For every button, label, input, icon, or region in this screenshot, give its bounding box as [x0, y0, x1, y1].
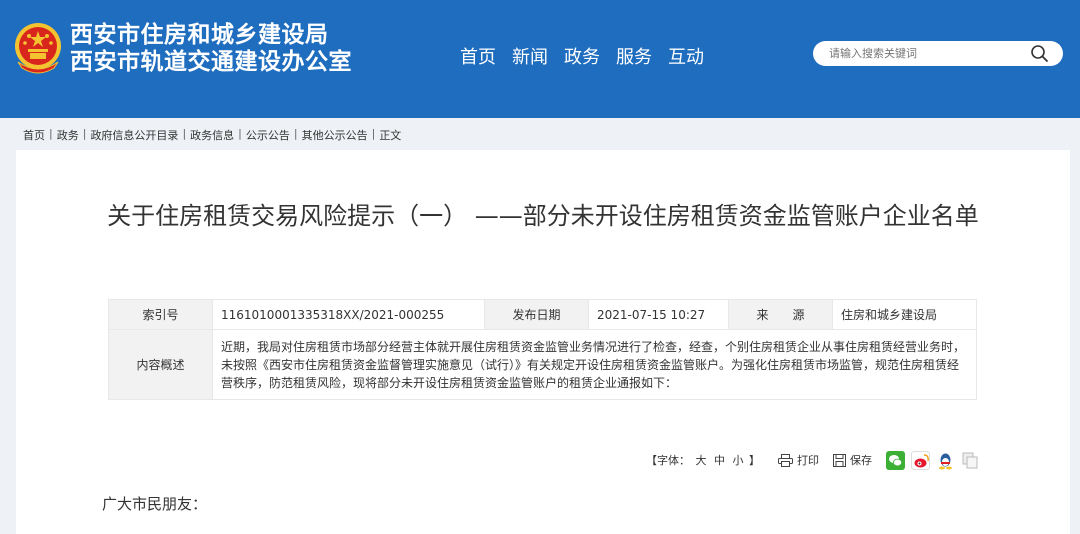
article-greeting: 广大市民朋友：	[102, 495, 208, 513]
weibo-icon[interactable]	[911, 450, 930, 470]
breadcrumb-separator: |	[82, 127, 87, 140]
wechat-glyph	[889, 454, 903, 466]
site-header: 西安市住房和城乡建设局 西安市轨道交通建设办公室 首页 新闻 政务 服务 互动	[0, 0, 1080, 118]
nav-services[interactable]: 服务	[616, 43, 652, 69]
breadcrumb-separator: |	[293, 127, 298, 140]
breadcrumb-government-affairs[interactable]: 政务	[57, 127, 79, 143]
date-label: 发布日期	[484, 299, 589, 330]
article-card: 关于住房租赁交易风险提示（一） ——部分未开设住房租赁资金监管账户企业名单 索引…	[16, 150, 1070, 534]
summary-label: 内容概述	[108, 329, 213, 400]
save-icon	[833, 453, 846, 467]
breadcrumb-home[interactable]: 首页	[23, 127, 45, 143]
copy-glyph	[962, 452, 978, 468]
article-meta-table: 索引号 1161010001335318XX/2021-000255 发布日期 …	[108, 299, 977, 400]
printer-icon	[778, 453, 793, 467]
national-emblem-icon	[15, 23, 61, 74]
site-name-line1: 西安市住房和城乡建设局	[70, 22, 329, 48]
index-label: 索引号	[108, 299, 213, 330]
index-value: 1161010001335318XX/2021-000255	[212, 299, 485, 330]
breadcrumb-separator: |	[182, 127, 187, 140]
breadcrumb-current: 正文	[379, 129, 402, 142]
search-icon[interactable]	[1030, 44, 1049, 63]
breadcrumb-announcements[interactable]: 公示公告	[246, 127, 290, 143]
weibo-glyph	[914, 453, 929, 467]
font-size-small[interactable]: 小	[733, 454, 744, 467]
breadcrumb-info-catalog[interactable]: 政府信息公开目录	[90, 127, 178, 143]
date-value: 2021-07-15 10:27	[588, 299, 729, 330]
summary-value: 近期，我局对住房租赁市场部分经营主体就开展住房租赁资金监管业务情况进行了检查，经…	[212, 329, 977, 400]
qq-glyph	[939, 453, 952, 469]
article-title: 关于住房租赁交易风险提示（一） ——部分未开设住房租赁资金监管账户企业名单	[107, 202, 979, 230]
copy-icon[interactable]	[961, 450, 980, 470]
main-nav: 首页 新闻 政务 服务 互动	[460, 43, 704, 69]
breadcrumb-separator: |	[49, 127, 53, 140]
meta-row: 索引号 1161010001335318XX/2021-000255 发布日期 …	[108, 299, 977, 330]
font-size-suffix: 】	[749, 454, 760, 467]
print-label: 打印	[797, 454, 819, 467]
save-button[interactable]: 保存	[833, 452, 872, 468]
wechat-icon[interactable]	[886, 450, 905, 470]
nav-news[interactable]: 新闻	[512, 43, 548, 69]
site-name-line2: 西安市轨道交通建设办公室	[70, 49, 352, 75]
source-label: 来 源	[728, 299, 833, 330]
site-name: 西安市住房和城乡建设局 西安市轨道交通建设办公室	[70, 22, 352, 76]
font-size-medium[interactable]: 中	[714, 454, 725, 467]
search-box	[813, 41, 1063, 66]
print-button[interactable]: 打印	[778, 452, 819, 468]
breadcrumb-separator: |	[371, 127, 376, 140]
nav-interaction[interactable]: 互动	[668, 43, 704, 69]
qq-icon[interactable]	[936, 450, 955, 470]
font-size-prefix: 【字体：	[646, 454, 690, 467]
breadcrumb-separator: |	[238, 127, 242, 140]
font-size-control: 【字体： 大 中 小 】	[646, 452, 760, 468]
breadcrumb: 首页 | 政务 | 政府信息公开目录 | 政务信息 | 公示公告 | 其他公示公告 | 正文	[23, 127, 401, 143]
article-tools: 【字体： 大 中 小 】 打印 保存	[646, 448, 986, 472]
source-value: 住房和城乡建设局	[832, 299, 977, 330]
nav-government-affairs[interactable]: 政务	[564, 43, 600, 69]
breadcrumb-other-announcements[interactable]: 其他公示公告	[302, 127, 368, 143]
search-input[interactable]	[829, 45, 1029, 62]
breadcrumb-government-info[interactable]: 政务信息	[190, 127, 234, 143]
summary-row: 内容概述 近期，我局对住房租赁市场部分经营主体就开展住房租赁资金监管业务情况进行…	[108, 329, 977, 400]
save-label: 保存	[850, 454, 872, 467]
font-size-large[interactable]: 大	[696, 454, 707, 467]
nav-home[interactable]: 首页	[460, 43, 496, 69]
